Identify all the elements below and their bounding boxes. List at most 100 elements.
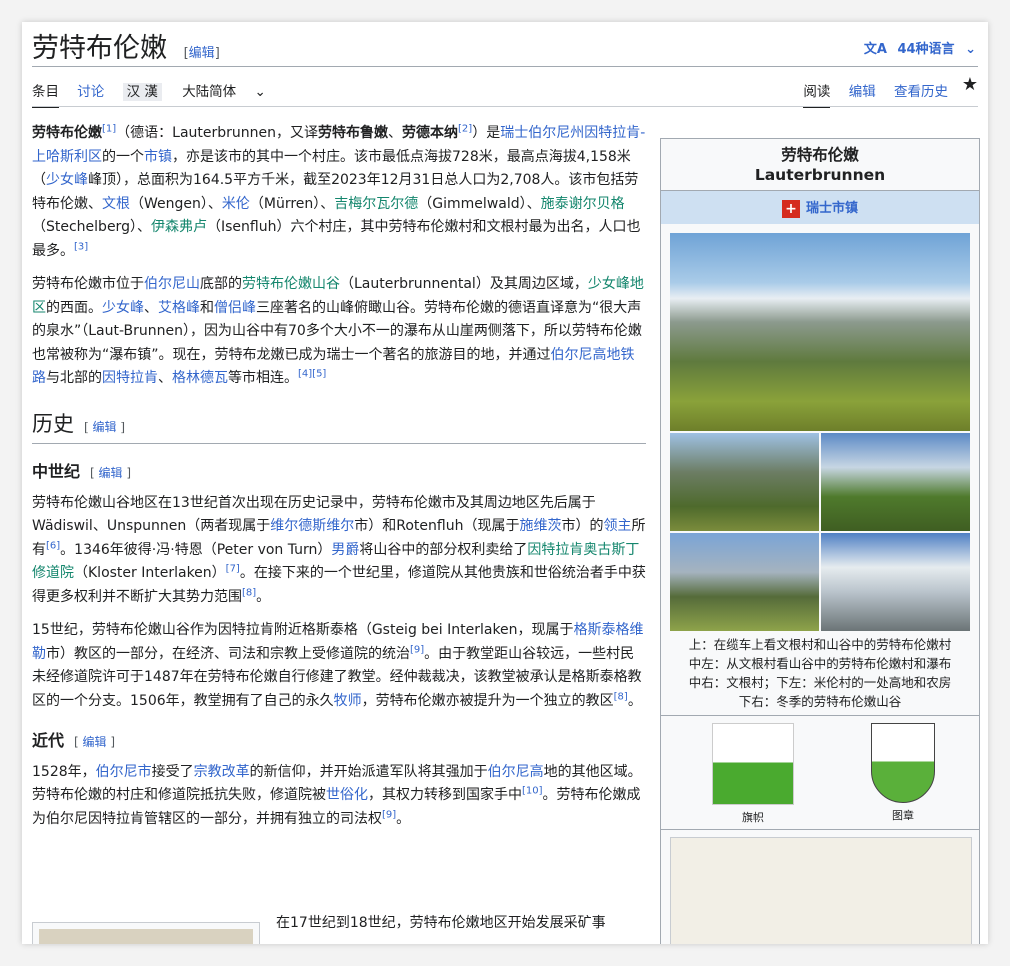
caption-line: 上：在缆车上看文根村和山谷中的劳特布伦嫩村 <box>688 637 952 652</box>
link[interactable]: 僧侣峰 <box>214 300 256 316</box>
photo-middle-right[interactable] <box>821 433 970 531</box>
citation[interactable]: [1] <box>102 123 116 134</box>
infobox: 劳特布伦嫩 Lauterbrunnen + 瑞士市镇 上：在缆车上看文根村和山谷中… <box>660 138 980 944</box>
title-edit-link[interactable]: [编辑] <box>184 46 220 61</box>
heading-text: 历史 <box>32 411 74 436</box>
translate-icon: 文A <box>863 42 887 57</box>
link[interactable]: 领主 <box>603 518 631 534</box>
link[interactable]: 伯尔尼市 <box>96 764 152 780</box>
link[interactable]: 少女峰 <box>102 300 144 316</box>
citation[interactable]: [10] <box>522 785 543 796</box>
link[interactable]: 格林德瓦 <box>172 370 228 386</box>
link[interactable]: 牧师 <box>334 693 362 709</box>
link[interactable]: 施维茨 <box>519 518 561 534</box>
thumbnail-image[interactable] <box>32 922 260 944</box>
variant-dropdown[interactable]: 大陆简体 ⌄ <box>182 84 280 100</box>
citation[interactable]: [9] <box>382 809 396 820</box>
tab-talk[interactable]: 讨论 <box>77 84 104 100</box>
paragraph-geography: 劳特布伦嫩市位于伯尔尼山底部的劳特布伦嫩山谷（Lauterbrunnental）… <box>32 273 646 391</box>
caption-line: 中左：从文根村看山谷中的劳特布伦嫩村和瀑布 <box>688 656 952 671</box>
paragraph-middle-ages-2: 15世纪，劳特布伦嫩山谷作为因特拉肯附近格斯泰格（Gsteig bei Inte… <box>32 619 646 713</box>
text: 、 <box>144 299 158 316</box>
section-heading-history: 历史 [ 编辑 ] <box>32 411 646 444</box>
text: 的新信仰，并开始派遣军队将其强加于 <box>249 763 488 780</box>
section-edit-link[interactable]: [ 编辑 ] <box>84 420 125 434</box>
language-count: 44种语言 <box>897 42 955 57</box>
bracket-close: ] <box>214 46 220 61</box>
heading-text: 近代 <box>32 731 65 750</box>
hanzi-toggle[interactable]: 汉 漢 <box>122 83 162 101</box>
coat-of-arms[interactable]: 图章 <box>861 723 945 823</box>
text: ）是 <box>472 125 501 141</box>
photo-middle-left[interactable] <box>670 433 819 531</box>
text: （Lauterbrunnental）及其周边区域， <box>340 276 588 292</box>
link[interactable]: 伯尔尼高 <box>488 764 544 780</box>
text: 。1346年彼得·冯·特恩（Peter von Turn） <box>60 541 332 558</box>
photo-bottom-left[interactable] <box>670 533 819 631</box>
text: 15世纪，劳特布伦嫩山谷作为因特拉肯附近格斯泰格（Gsteig bei Inte… <box>32 622 574 638</box>
tab-edit[interactable]: 编辑 <box>849 84 876 100</box>
link[interactable]: 少女峰 <box>46 172 88 188</box>
paragraph-intro: 劳特布伦嫩[1]（德语：Lauterbrunnen，又译劳特布鲁嫩、劳德本纳[2… <box>32 122 646 263</box>
main-photo[interactable] <box>670 233 970 431</box>
link[interactable]: 劳特布伦嫩山谷 <box>242 276 340 292</box>
link[interactable]: 伯尔尼山 <box>144 276 200 292</box>
title-divider <box>32 66 978 67</box>
section-edit-link[interactable]: [ 编辑 ] <box>90 466 131 480</box>
edit-label: 编辑 <box>98 466 123 480</box>
language-button[interactable]: 文A 44种语言 ⌄ <box>864 38 976 57</box>
chevron-down-icon: ⌄ <box>965 42 976 57</box>
namespace-tabs: 条目 讨论 汉 漢 大陆简体 ⌄ <box>32 80 294 108</box>
link[interactable]: 男爵 <box>331 542 359 558</box>
link[interactable]: 市镇 <box>144 149 172 165</box>
text: 市）和Rotenfluh（现属于 <box>354 518 520 534</box>
alt-name: 劳德本纳 <box>402 125 459 141</box>
section-edit-link[interactable]: [ 编辑 ] <box>74 735 115 749</box>
infobox-type-link[interactable]: + 瑞士市镇 <box>661 190 979 224</box>
paragraph-modern: 1528年，伯尔尼市接受了宗教改革的新信仰，并开始派遣军队将其强加于伯尔尼高地的… <box>32 761 646 832</box>
text: 。 <box>256 588 271 605</box>
text: 的一个 <box>102 148 144 165</box>
section-heading-middle-ages: 中世纪 [ 编辑 ] <box>32 460 646 486</box>
text: （Kloster Interlaken） <box>74 565 226 581</box>
municipal-flag[interactable]: 旗帜 <box>711 723 795 825</box>
heading-text: 中世纪 <box>32 462 81 481</box>
citation[interactable]: [8] <box>614 691 628 702</box>
watch-star-icon[interactable]: ★ <box>962 74 978 95</box>
citation[interactable]: [9] <box>410 644 424 655</box>
link[interactable]: 维尔德斯维尔 <box>270 518 354 534</box>
tab-article[interactable]: 条目 <box>32 84 59 108</box>
link[interactable]: 施泰谢尔贝格 <box>541 196 625 212</box>
citation[interactable]: [7] <box>226 563 240 574</box>
citation[interactable]: [8] <box>242 587 256 598</box>
edit-label: 编辑 <box>188 46 215 61</box>
infobox-title-de: Lauterbrunnen <box>754 166 886 184</box>
view-tabs: 阅读 编辑 查看历史 <box>789 80 948 108</box>
coat-of-arms-image <box>871 723 935 803</box>
citation[interactable]: [2] <box>458 123 472 134</box>
citation[interactable]: [3] <box>74 241 88 252</box>
citation[interactable]: [4][5] <box>298 368 326 379</box>
tab-read[interactable]: 阅读 <box>803 84 831 108</box>
article-page: 劳特布伦嫩 [编辑] 文A 44种语言 ⌄ 条目 讨论 汉 漢 大陆简体 ⌄ 阅… <box>22 22 988 944</box>
link[interactable]: 世俗化 <box>326 787 368 803</box>
page-title: 劳特布伦嫩 [编辑] <box>32 26 220 65</box>
infobox-divider <box>661 829 979 830</box>
tab-history[interactable]: 查看历史 <box>894 84 948 100</box>
chevron-down-icon: ⌄ <box>254 84 266 100</box>
link[interactable]: 伊森弗卢 <box>151 219 207 235</box>
link[interactable]: 文根 <box>102 196 130 212</box>
text: 。 <box>396 810 411 827</box>
text: ，其权力转移到国家手中 <box>368 787 522 803</box>
link[interactable]: 宗教改革 <box>194 764 250 780</box>
citation[interactable]: [6] <box>46 540 60 551</box>
caption-line: 下右：冬季的劳特布伦嫩山谷 <box>738 694 902 709</box>
infobox-title: 劳特布伦嫩 Lauterbrunnen <box>661 139 979 190</box>
location-map[interactable] <box>670 837 972 944</box>
link[interactable]: 因特拉肯 <box>102 370 158 386</box>
link[interactable]: 艾格峰 <box>158 300 200 316</box>
text: 底部的 <box>200 276 242 292</box>
photo-bottom-right[interactable] <box>821 533 970 631</box>
link[interactable]: 米伦 <box>222 196 250 212</box>
link[interactable]: 吉梅尔瓦尔德 <box>334 196 418 212</box>
